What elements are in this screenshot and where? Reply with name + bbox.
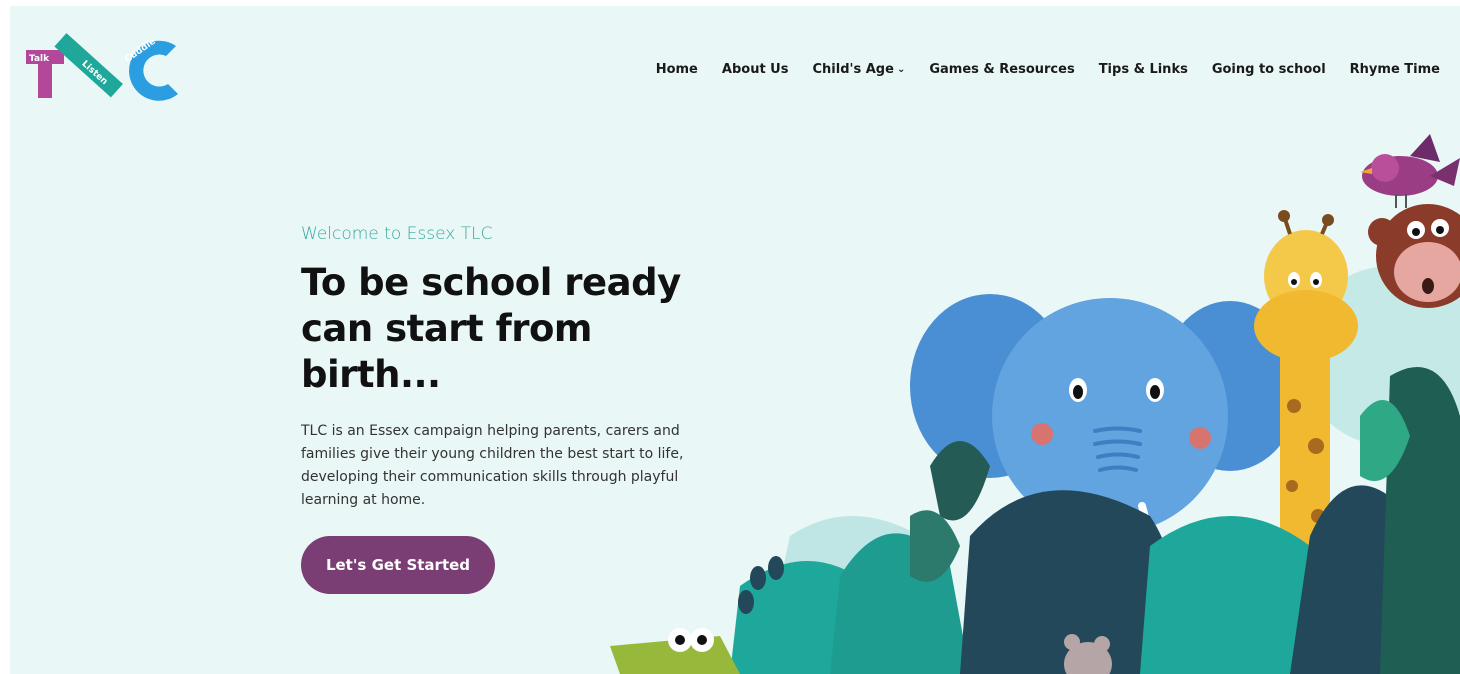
main-nav: Home About Us Child's Age ⌄ Games & Reso… xyxy=(656,62,1440,77)
nav-tips-links[interactable]: Tips & Links xyxy=(1099,62,1188,77)
nav-rhyme-time[interactable]: Rhyme Time xyxy=(1350,62,1440,77)
get-started-button[interactable]: Let's Get Started xyxy=(301,536,495,594)
tlc-logo[interactable]: Talk Listen Cuddle xyxy=(26,28,186,104)
crocodile-illustration xyxy=(610,628,740,674)
nav-home[interactable]: Home xyxy=(656,62,698,77)
logo-word-talk: Talk xyxy=(29,54,50,64)
page: Talk Listen Cuddle Home About Us Child's… xyxy=(10,6,1460,674)
nav-going-to-school[interactable]: Going to school xyxy=(1212,62,1326,77)
nav-about-us[interactable]: About Us xyxy=(722,62,789,77)
headline-line-2: can start from birth... xyxy=(301,307,592,396)
bird-illustration xyxy=(1360,134,1460,208)
jungle-illustration xyxy=(610,134,1460,674)
nav-childs-age[interactable]: Child's Age ⌄ xyxy=(812,62,905,77)
nav-games-resources[interactable]: Games & Resources xyxy=(929,62,1074,77)
chevron-down-icon: ⌄ xyxy=(896,64,906,75)
